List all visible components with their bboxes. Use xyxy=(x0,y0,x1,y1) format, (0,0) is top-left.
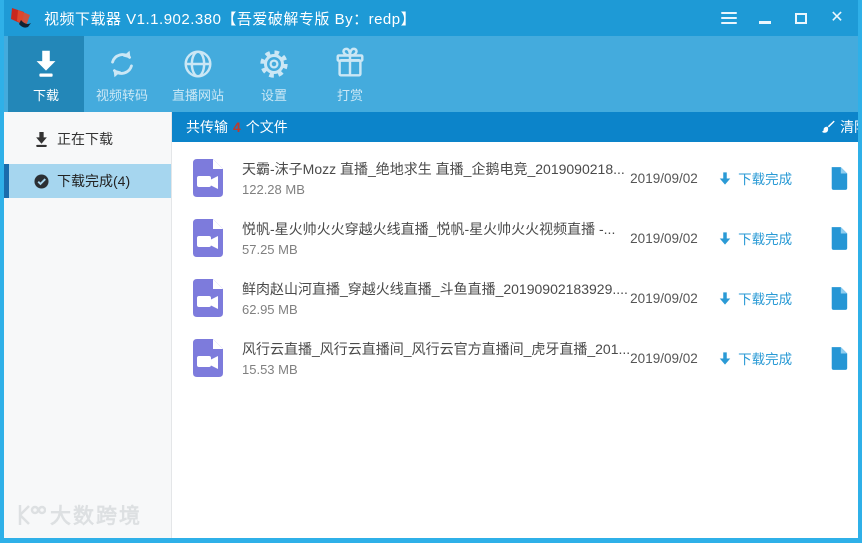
toolbar: 下载 视频转码 直播网站 xyxy=(0,36,862,112)
sidebar-item-completed[interactable]: 下载完成(4) xyxy=(4,164,171,198)
gear-icon xyxy=(257,45,291,81)
open-folder-icon[interactable] xyxy=(856,349,862,368)
file-status-label: 下载完成 xyxy=(738,288,792,308)
file-meta: 鲜肉赵山河直播_穿越火线直播_斗鱼直播_20190902183929.... 6… xyxy=(242,279,630,317)
app-logo-icon xyxy=(10,6,36,30)
file-status-label: 下载完成 xyxy=(738,228,792,248)
video-file-icon xyxy=(188,277,228,319)
clear-all-records-button[interactable]: 清除所有记录 xyxy=(820,117,862,137)
sidebar: 正在下载 下载完成(4) xyxy=(4,112,172,538)
main-area: 正在下载 下载完成(4) 共传输 4 个文件 xyxy=(4,112,858,538)
file-list: 天霸-沫子Mozz 直播_绝地求生 直播_企鹅电竞_2019090218... … xyxy=(172,142,862,388)
tab-label: 打赏 xyxy=(337,85,363,104)
transfer-count: 4 xyxy=(228,119,246,135)
open-file-icon[interactable] xyxy=(822,286,856,310)
tab-label: 视频转码 xyxy=(96,85,148,104)
table-row[interactable]: 悦帆-星火帅火火穿越火线直播_悦帆-星火帅火火视频直播 -... 57.25 M… xyxy=(172,208,862,268)
video-file-icon xyxy=(188,337,228,379)
titlebar: 视频下载器 V1.1.902.380【吾爱破解专版 By：redp】 ✕ xyxy=(0,0,862,36)
transfer-summary-suffix: 个文件 xyxy=(246,117,288,137)
tab-transcode[interactable]: 视频转码 xyxy=(84,36,160,112)
open-file-icon[interactable] xyxy=(822,346,856,370)
file-date: 2019/09/02 xyxy=(630,231,718,246)
file-meta: 天霸-沫子Mozz 直播_绝地求生 直播_企鹅电竞_2019090218... … xyxy=(242,159,630,197)
file-size: 15.53 MB xyxy=(242,362,630,377)
file-status: 下载完成 xyxy=(718,228,822,248)
open-folder-icon[interactable] xyxy=(856,289,862,308)
file-size: 62.95 MB xyxy=(242,302,630,317)
download-arrow-icon xyxy=(718,231,732,246)
file-name: 悦帆-星火帅火火穿越火线直播_悦帆-星火帅火火视频直播 -... xyxy=(242,219,630,239)
close-button[interactable]: ✕ xyxy=(822,5,852,31)
globe-icon xyxy=(181,45,215,81)
watermark-text: 大数跨境 xyxy=(50,500,142,530)
tab-label: 设置 xyxy=(261,85,287,104)
sidebar-item-label: 正在下载 xyxy=(57,129,113,149)
watermark: 大数跨境 xyxy=(16,500,142,530)
menu-icon[interactable] xyxy=(714,5,744,31)
transfer-summary-prefix: 共传输 xyxy=(186,117,228,137)
check-circle-icon xyxy=(34,174,49,189)
download-arrow-icon xyxy=(718,171,732,186)
file-date: 2019/09/02 xyxy=(630,351,718,366)
file-status: 下载完成 xyxy=(718,348,822,368)
file-meta: 悦帆-星火帅火火穿越火线直播_悦帆-星火帅火火视频直播 -... 57.25 M… xyxy=(242,219,630,257)
file-name: 天霸-沫子Mozz 直播_绝地求生 直播_企鹅电竞_2019090218... xyxy=(242,159,630,179)
sidebar-item-downloading[interactable]: 正在下载 xyxy=(4,122,171,156)
file-size: 57.25 MB xyxy=(242,242,630,257)
download-tray-icon xyxy=(34,132,49,147)
open-file-icon[interactable] xyxy=(822,226,856,250)
file-size: 122.28 MB xyxy=(242,182,630,197)
watermark-logo-icon xyxy=(16,503,46,527)
tab-settings[interactable]: 设置 xyxy=(236,36,312,112)
tab-label: 直播网站 xyxy=(172,85,224,104)
minimize-button[interactable] xyxy=(750,5,780,31)
sidebar-item-label: 下载完成(4) xyxy=(57,171,130,191)
tab-donate[interactable]: 打赏 xyxy=(312,36,388,112)
file-status-label: 下载完成 xyxy=(738,168,792,188)
content: 共传输 4 个文件 清除所有记录 xyxy=(172,112,862,538)
download-icon xyxy=(29,45,63,81)
transfer-summary-bar: 共传输 4 个文件 清除所有记录 xyxy=(172,112,862,142)
table-row[interactable]: 鲜肉赵山河直播_穿越火线直播_斗鱼直播_20190902183929.... 6… xyxy=(172,268,862,328)
clear-all-records-label: 清除所有记录 xyxy=(840,117,862,137)
app-window: 视频下载器 V1.1.902.380【吾爱破解专版 By：redp】 ✕ 下载 xyxy=(0,0,862,543)
open-folder-icon[interactable] xyxy=(856,169,862,188)
file-status: 下载完成 xyxy=(718,288,822,308)
open-folder-icon[interactable] xyxy=(856,229,862,248)
file-name: 风行云直播_风行云直播间_风行云官方直播间_虎牙直播_201... xyxy=(242,339,630,359)
video-file-icon xyxy=(188,217,228,259)
table-row[interactable]: 天霸-沫子Mozz 直播_绝地求生 直播_企鹅电竞_2019090218... … xyxy=(172,148,862,208)
tab-label: 下载 xyxy=(33,85,59,104)
gift-icon xyxy=(333,45,367,81)
brush-icon xyxy=(820,120,835,135)
file-status-label: 下载完成 xyxy=(738,348,792,368)
window-title: 视频下载器 V1.1.902.380【吾爱破解专版 By：redp】 xyxy=(44,8,416,29)
table-row[interactable]: 风行云直播_风行云直播间_风行云官方直播间_虎牙直播_201... 15.53 … xyxy=(172,328,862,388)
download-arrow-icon xyxy=(718,351,732,366)
file-date: 2019/09/02 xyxy=(630,171,718,186)
file-status: 下载完成 xyxy=(718,168,822,188)
maximize-button[interactable] xyxy=(786,5,816,31)
tab-live-sites[interactable]: 直播网站 xyxy=(160,36,236,112)
file-name: 鲜肉赵山河直播_穿越火线直播_斗鱼直播_20190902183929.... xyxy=(242,279,630,299)
file-meta: 风行云直播_风行云直播间_风行云官方直播间_虎牙直播_201... 15.53 … xyxy=(242,339,630,377)
open-file-icon[interactable] xyxy=(822,166,856,190)
transcode-icon xyxy=(105,45,139,81)
file-date: 2019/09/02 xyxy=(630,291,718,306)
download-arrow-icon xyxy=(718,291,732,306)
video-file-icon xyxy=(188,157,228,199)
window-controls: ✕ xyxy=(714,5,852,31)
tab-download[interactable]: 下载 xyxy=(8,36,84,112)
